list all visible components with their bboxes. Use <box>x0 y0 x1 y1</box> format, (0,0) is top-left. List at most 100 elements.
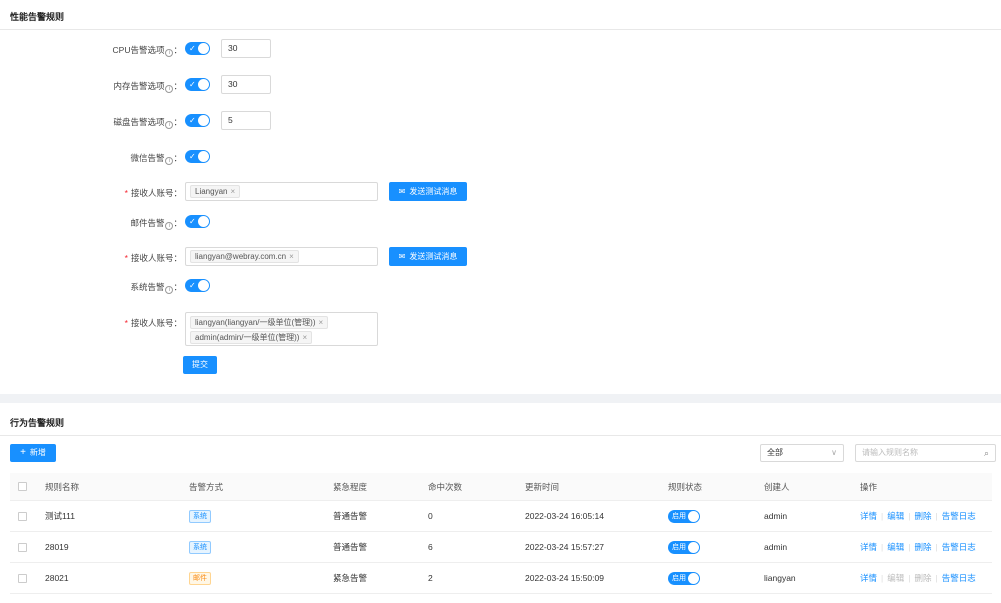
creator: admin <box>764 542 788 552</box>
rule-search-input[interactable]: 请输入规则名称 ⌕ <box>855 444 996 462</box>
column-header: 规则状态 <box>668 481 703 492</box>
hit-count: 0 <box>428 511 433 521</box>
rule-name: 28021 <box>45 573 69 583</box>
close-icon[interactable]: × <box>302 333 307 342</box>
check-icon: ✓ <box>189 80 196 89</box>
row-checkbox[interactable] <box>18 511 27 521</box>
memory-threshold-input[interactable]: 30 <box>221 75 271 94</box>
level: 紧急告警 <box>333 573 368 583</box>
check-icon: ✓ <box>189 217 196 226</box>
method-badge: 邮件 <box>189 571 211 585</box>
disk-alert-switch[interactable]: ✓ <box>185 114 210 127</box>
level: 普通告警 <box>333 511 368 521</box>
table-header: 规则名称 告警方式 紧急程度 命中次数 更新时间 规则状态 创建人 操作 <box>10 473 992 501</box>
hit-count: 6 <box>428 542 433 552</box>
close-icon[interactable]: × <box>230 187 235 196</box>
alert-log-link[interactable]: 告警日志 <box>942 541 976 553</box>
level: 普通告警 <box>333 542 368 552</box>
rule-name: 测试111 <box>45 511 75 521</box>
rule-name: 28019 <box>45 542 69 552</box>
search-icon: ⌕ <box>983 448 989 458</box>
receiver-tag: liangyan(liangyan/一级单位(管理)) × <box>190 316 329 329</box>
detail-link[interactable]: 详情 <box>860 572 877 584</box>
system-receiver-label: * 接收人账号： <box>124 318 182 328</box>
system-alert-switch[interactable]: ✓ <box>185 279 210 292</box>
add-rule-button[interactable]: + 新增 <box>10 444 56 462</box>
creator: admin <box>764 511 788 521</box>
close-icon[interactable]: × <box>289 252 294 261</box>
detail-link[interactable]: 详情 <box>860 541 877 553</box>
mail-send-test-button[interactable]: ✉ 发送测试消息 <box>389 247 467 266</box>
system-receiver-select[interactable]: liangyan(liangyan/一级单位(管理)) × admin(admin… <box>185 312 378 346</box>
column-header: 创建人 <box>764 481 790 492</box>
column-header: 更新时间 <box>525 481 560 492</box>
edit-link[interactable]: 编辑 <box>887 510 904 522</box>
mail-alert-label: 邮件告警 i： <box>130 218 182 230</box>
method-badge: 系统 <box>189 509 211 523</box>
hit-count: 2 <box>428 573 433 583</box>
check-icon: ✓ <box>189 44 196 53</box>
memory-alert-switch[interactable]: ✓ <box>185 78 210 91</box>
wechat-alert-label: 微信告警 i： <box>130 153 182 165</box>
mail-receiver-select[interactable]: liangyan@webray.com.cn × <box>185 247 378 266</box>
table-row: 28019 系统 普通告警 6 2022-03-24 15:57:27 启用 a… <box>10 532 992 563</box>
check-icon: ✓ <box>189 281 196 290</box>
alert-log-link[interactable]: 告警日志 <box>942 572 976 584</box>
performance-alert-panel: 性能告警规则 CPU告警选项 i： ✓ 30 内存告警选项 i： ✓ 30 磁盘告警… <box>0 0 1001 394</box>
receiver-tag: admin(admin/一级单位(管理)) × <box>190 331 313 344</box>
column-header: 规则名称 <box>45 481 80 492</box>
delete-link: 删除 <box>914 573 932 583</box>
disk-alert-label: 磁盘告警选项 i： <box>113 117 182 129</box>
check-icon: ✓ <box>189 116 196 125</box>
mail-alert-switch[interactable]: ✓ <box>185 215 210 228</box>
updated-time: 2022-03-24 15:57:27 <box>525 542 604 552</box>
performance-alert-title: 性能告警规则 <box>10 12 65 22</box>
creator: liangyan <box>764 573 796 583</box>
cpu-alert-label: CPU告警选项 i： <box>112 45 182 57</box>
mail-receiver-label: * 接收人账号： <box>124 253 182 263</box>
column-header: 命中次数 <box>428 481 463 492</box>
rule-status-switch[interactable]: 启用 <box>668 571 700 585</box>
chevron-down-icon: ∨ <box>831 448 837 457</box>
updated-time: 2022-03-24 16:05:14 <box>525 511 604 521</box>
row-actions: 详情 | 编辑 | 删除 | 告警日志 <box>860 572 976 584</box>
updated-time: 2022-03-24 15:50:09 <box>525 573 604 583</box>
memory-alert-label: 内存告警选项 i： <box>113 81 182 93</box>
detail-link[interactable]: 详情 <box>860 510 877 522</box>
delete-link[interactable]: 删除 <box>914 510 931 522</box>
wechat-send-test-button[interactable]: ✉ 发送测试消息 <box>389 182 467 201</box>
row-checkbox[interactable] <box>18 573 27 583</box>
row-checkbox[interactable] <box>18 542 27 552</box>
row-actions: 详情 | 编辑 | 删除 | 告警日志 <box>860 541 976 553</box>
delete-link[interactable]: 删除 <box>914 541 931 553</box>
method-badge: 系统 <box>189 540 211 554</box>
row-actions: 详情 | 编辑 | 删除 | 告警日志 <box>860 510 976 522</box>
wechat-icon: ✉ <box>398 187 406 196</box>
cpu-threshold-input[interactable]: 30 <box>221 39 271 58</box>
receiver-tag: liangyan@webray.com.cn × <box>190 250 299 263</box>
behavior-alert-title: 行为告警规则 <box>10 418 65 428</box>
divider <box>0 29 1001 30</box>
wechat-alert-switch[interactable]: ✓ <box>185 150 210 163</box>
column-header: 告警方式 <box>189 481 224 492</box>
behavior-alert-panel: 行为告警规则 + 新增 全部 ∨ 请输入规则名称 ⌕ 规则名称 告警方式 紧急程度 命… <box>0 403 1001 603</box>
column-header: 操作 <box>860 481 878 492</box>
rule-status-switch[interactable]: 启用 <box>668 540 700 554</box>
close-icon[interactable]: × <box>318 318 323 327</box>
cpu-alert-switch[interactable]: ✓ <box>185 42 210 55</box>
disk-threshold-input[interactable]: 5 <box>221 111 271 130</box>
plus-icon: + <box>20 447 26 458</box>
edit-link: 编辑 <box>887 573 905 583</box>
check-icon: ✓ <box>189 152 196 161</box>
submit-button[interactable]: 提交 <box>183 356 217 374</box>
edit-link[interactable]: 编辑 <box>887 541 904 553</box>
system-alert-label: 系统告警 i： <box>130 282 182 294</box>
alert-log-link[interactable]: 告警日志 <box>942 510 976 522</box>
table-row: 测试111 系统 普通告警 0 2022-03-24 16:05:14 启用 a… <box>10 501 992 532</box>
rule-status-switch[interactable]: 启用 <box>668 509 700 523</box>
select-all-checkbox[interactable] <box>18 482 27 491</box>
filter-select[interactable]: 全部 ∨ <box>760 444 844 462</box>
divider <box>0 435 1001 436</box>
wechat-receiver-select[interactable]: Liangyan × <box>185 182 378 201</box>
wechat-receiver-label: * 接收人账号： <box>124 188 182 198</box>
